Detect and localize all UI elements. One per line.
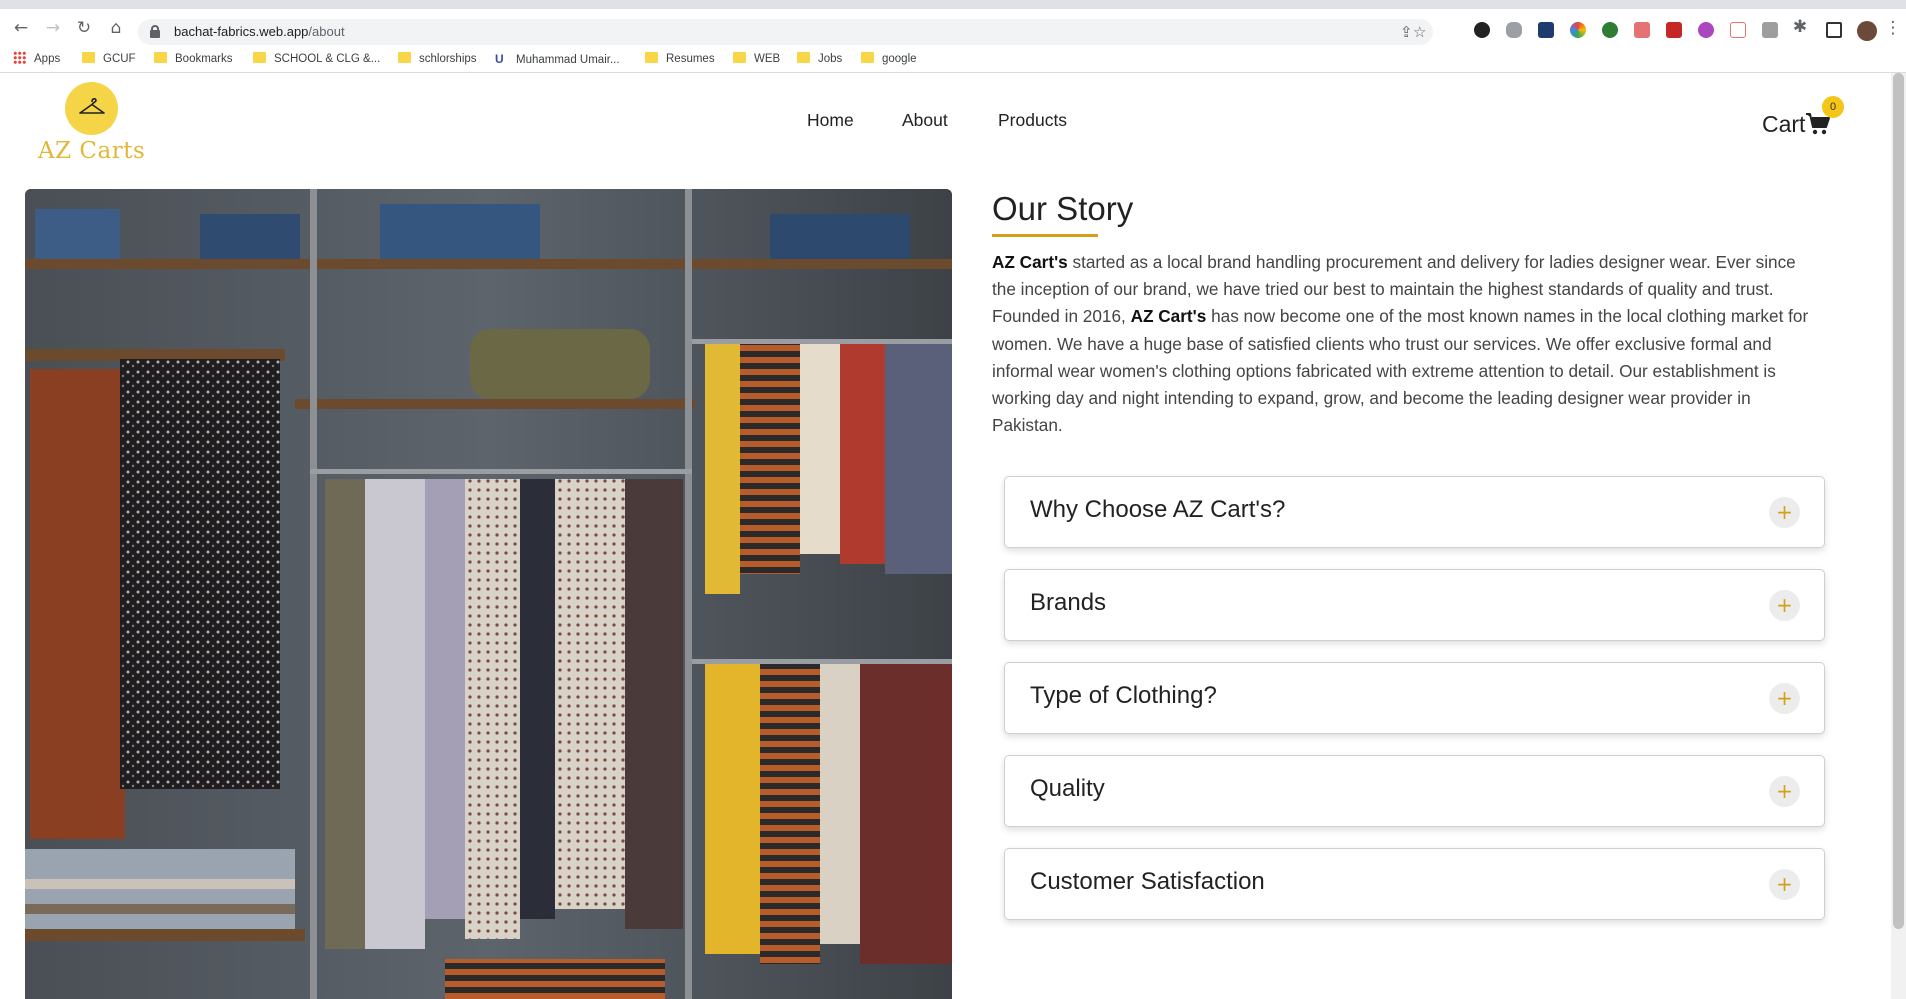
- bookmark-gcuf[interactable]: GCUF: [82, 51, 136, 67]
- accordion-label: Customer Satisfaction: [1030, 868, 1265, 895]
- accordion-customer-satisfaction[interactable]: Customer Satisfaction +: [1004, 848, 1825, 920]
- bookmarks-bar: Apps GCUF Bookmarks SCHOOL & CLG &... sc…: [0, 45, 1906, 73]
- hanger-icon: [79, 98, 105, 114]
- cart-label[interactable]: Cart: [1762, 111, 1805, 138]
- store-interior-image: [25, 189, 952, 999]
- extension-icon[interactable]: [1602, 22, 1618, 38]
- brand-name[interactable]: AZ Carts: [38, 138, 145, 164]
- accordion-label: Why Choose AZ Cart's?: [1030, 496, 1286, 523]
- folder-icon: [154, 52, 167, 63]
- bookmark-schlorships[interactable]: schlorships: [398, 51, 477, 67]
- folder-icon: [645, 52, 658, 63]
- extension-icon[interactable]: [1506, 22, 1522, 38]
- logo[interactable]: [65, 82, 118, 135]
- story-title: Our Story: [992, 190, 1134, 227]
- bookmark-google[interactable]: google: [861, 51, 917, 67]
- bookmark-resumes[interactable]: Resumes: [645, 51, 715, 67]
- site-icon: U: [495, 52, 504, 66]
- puzzle-icon[interactable]: ✱: [1790, 17, 1810, 37]
- accordion-brands[interactable]: Brands +: [1004, 569, 1825, 641]
- plus-icon[interactable]: +: [1769, 869, 1800, 900]
- tab-strip: [0, 0, 1906, 9]
- nav-home[interactable]: Home: [807, 110, 854, 131]
- title-underline: [992, 234, 1098, 237]
- bookmark-web[interactable]: WEB: [733, 51, 780, 67]
- folder-icon: [797, 52, 810, 63]
- bookmark-school[interactable]: SCHOOL & CLG &...: [253, 51, 380, 67]
- extension-icon[interactable]: [1762, 22, 1778, 38]
- extension-icon[interactable]: [1698, 22, 1714, 38]
- plus-icon[interactable]: +: [1769, 683, 1800, 714]
- accordion-label: Brands: [1030, 589, 1107, 616]
- folder-icon: [733, 52, 746, 63]
- nav-products[interactable]: Products: [998, 110, 1067, 131]
- side-panel-icon[interactable]: [1826, 22, 1842, 38]
- browser-chrome: ← → ↻ ⌂ bachat-fabrics.web.app/about ⇪ ☆…: [0, 0, 1906, 45]
- page-viewport: AZ Carts Home About Products Cart 0 Our …: [0, 73, 1906, 999]
- profile-avatar[interactable]: [1857, 21, 1877, 41]
- accordion-label: Quality: [1030, 775, 1105, 802]
- clothing-rack-photo: [25, 189, 952, 999]
- extension-icon[interactable]: [1474, 22, 1490, 38]
- accordion-label: Type of Clothing?: [1030, 682, 1217, 709]
- accordion-why-choose[interactable]: Why Choose AZ Cart's? +: [1004, 476, 1825, 548]
- url-text: bachat-fabrics.web.app/about: [174, 24, 345, 39]
- folder-icon: [82, 52, 95, 63]
- bookmark-star-icon[interactable]: ☆: [1413, 23, 1426, 41]
- extension-icon[interactable]: [1538, 22, 1554, 38]
- forward-icon[interactable]: →: [43, 18, 63, 38]
- apps-grid-icon: [13, 51, 26, 64]
- folder-icon: [861, 52, 874, 63]
- plus-icon[interactable]: +: [1769, 590, 1800, 621]
- bookmark-apps[interactable]: Apps: [13, 51, 60, 67]
- extension-icon[interactable]: [1730, 22, 1746, 38]
- share-icon[interactable]: ⇪: [1400, 23, 1413, 41]
- menu-icon[interactable]: ⋮: [1883, 18, 1903, 38]
- address-bar[interactable]: bachat-fabrics.web.app/about ⇪ ☆: [138, 19, 1433, 45]
- extension-icon[interactable]: [1634, 22, 1650, 38]
- browser-toolbar: ← → ↻ ⌂ bachat-fabrics.web.app/about ⇪ ☆…: [0, 9, 1906, 45]
- scrollbar[interactable]: [1891, 73, 1906, 999]
- extension-icon[interactable]: [1666, 22, 1682, 38]
- bookmark-muhammad-umair[interactable]: U Muhammad Umair...: [495, 51, 620, 67]
- nav-about[interactable]: About: [902, 110, 948, 131]
- extension-icon[interactable]: [1570, 22, 1586, 38]
- accordion-quality[interactable]: Quality +: [1004, 755, 1825, 827]
- reload-icon[interactable]: ↻: [74, 18, 94, 38]
- accordion-type-of-clothing[interactable]: Type of Clothing? +: [1004, 662, 1825, 734]
- story-paragraph: AZ Cart's started as a local brand handl…: [992, 252, 1809, 436]
- bookmark-bookmarks[interactable]: Bookmarks: [154, 51, 233, 67]
- bookmark-jobs[interactable]: Jobs: [797, 51, 842, 67]
- cart-count-badge: 0: [1822, 96, 1844, 118]
- scrollbar-thumb[interactable]: [1893, 73, 1904, 929]
- folder-icon: [253, 52, 266, 63]
- back-icon[interactable]: ←: [11, 18, 31, 38]
- folder-icon: [398, 52, 411, 63]
- home-icon[interactable]: ⌂: [106, 18, 126, 38]
- plus-icon[interactable]: +: [1769, 497, 1800, 528]
- lock-icon: [150, 25, 160, 38]
- plus-icon[interactable]: +: [1769, 776, 1800, 807]
